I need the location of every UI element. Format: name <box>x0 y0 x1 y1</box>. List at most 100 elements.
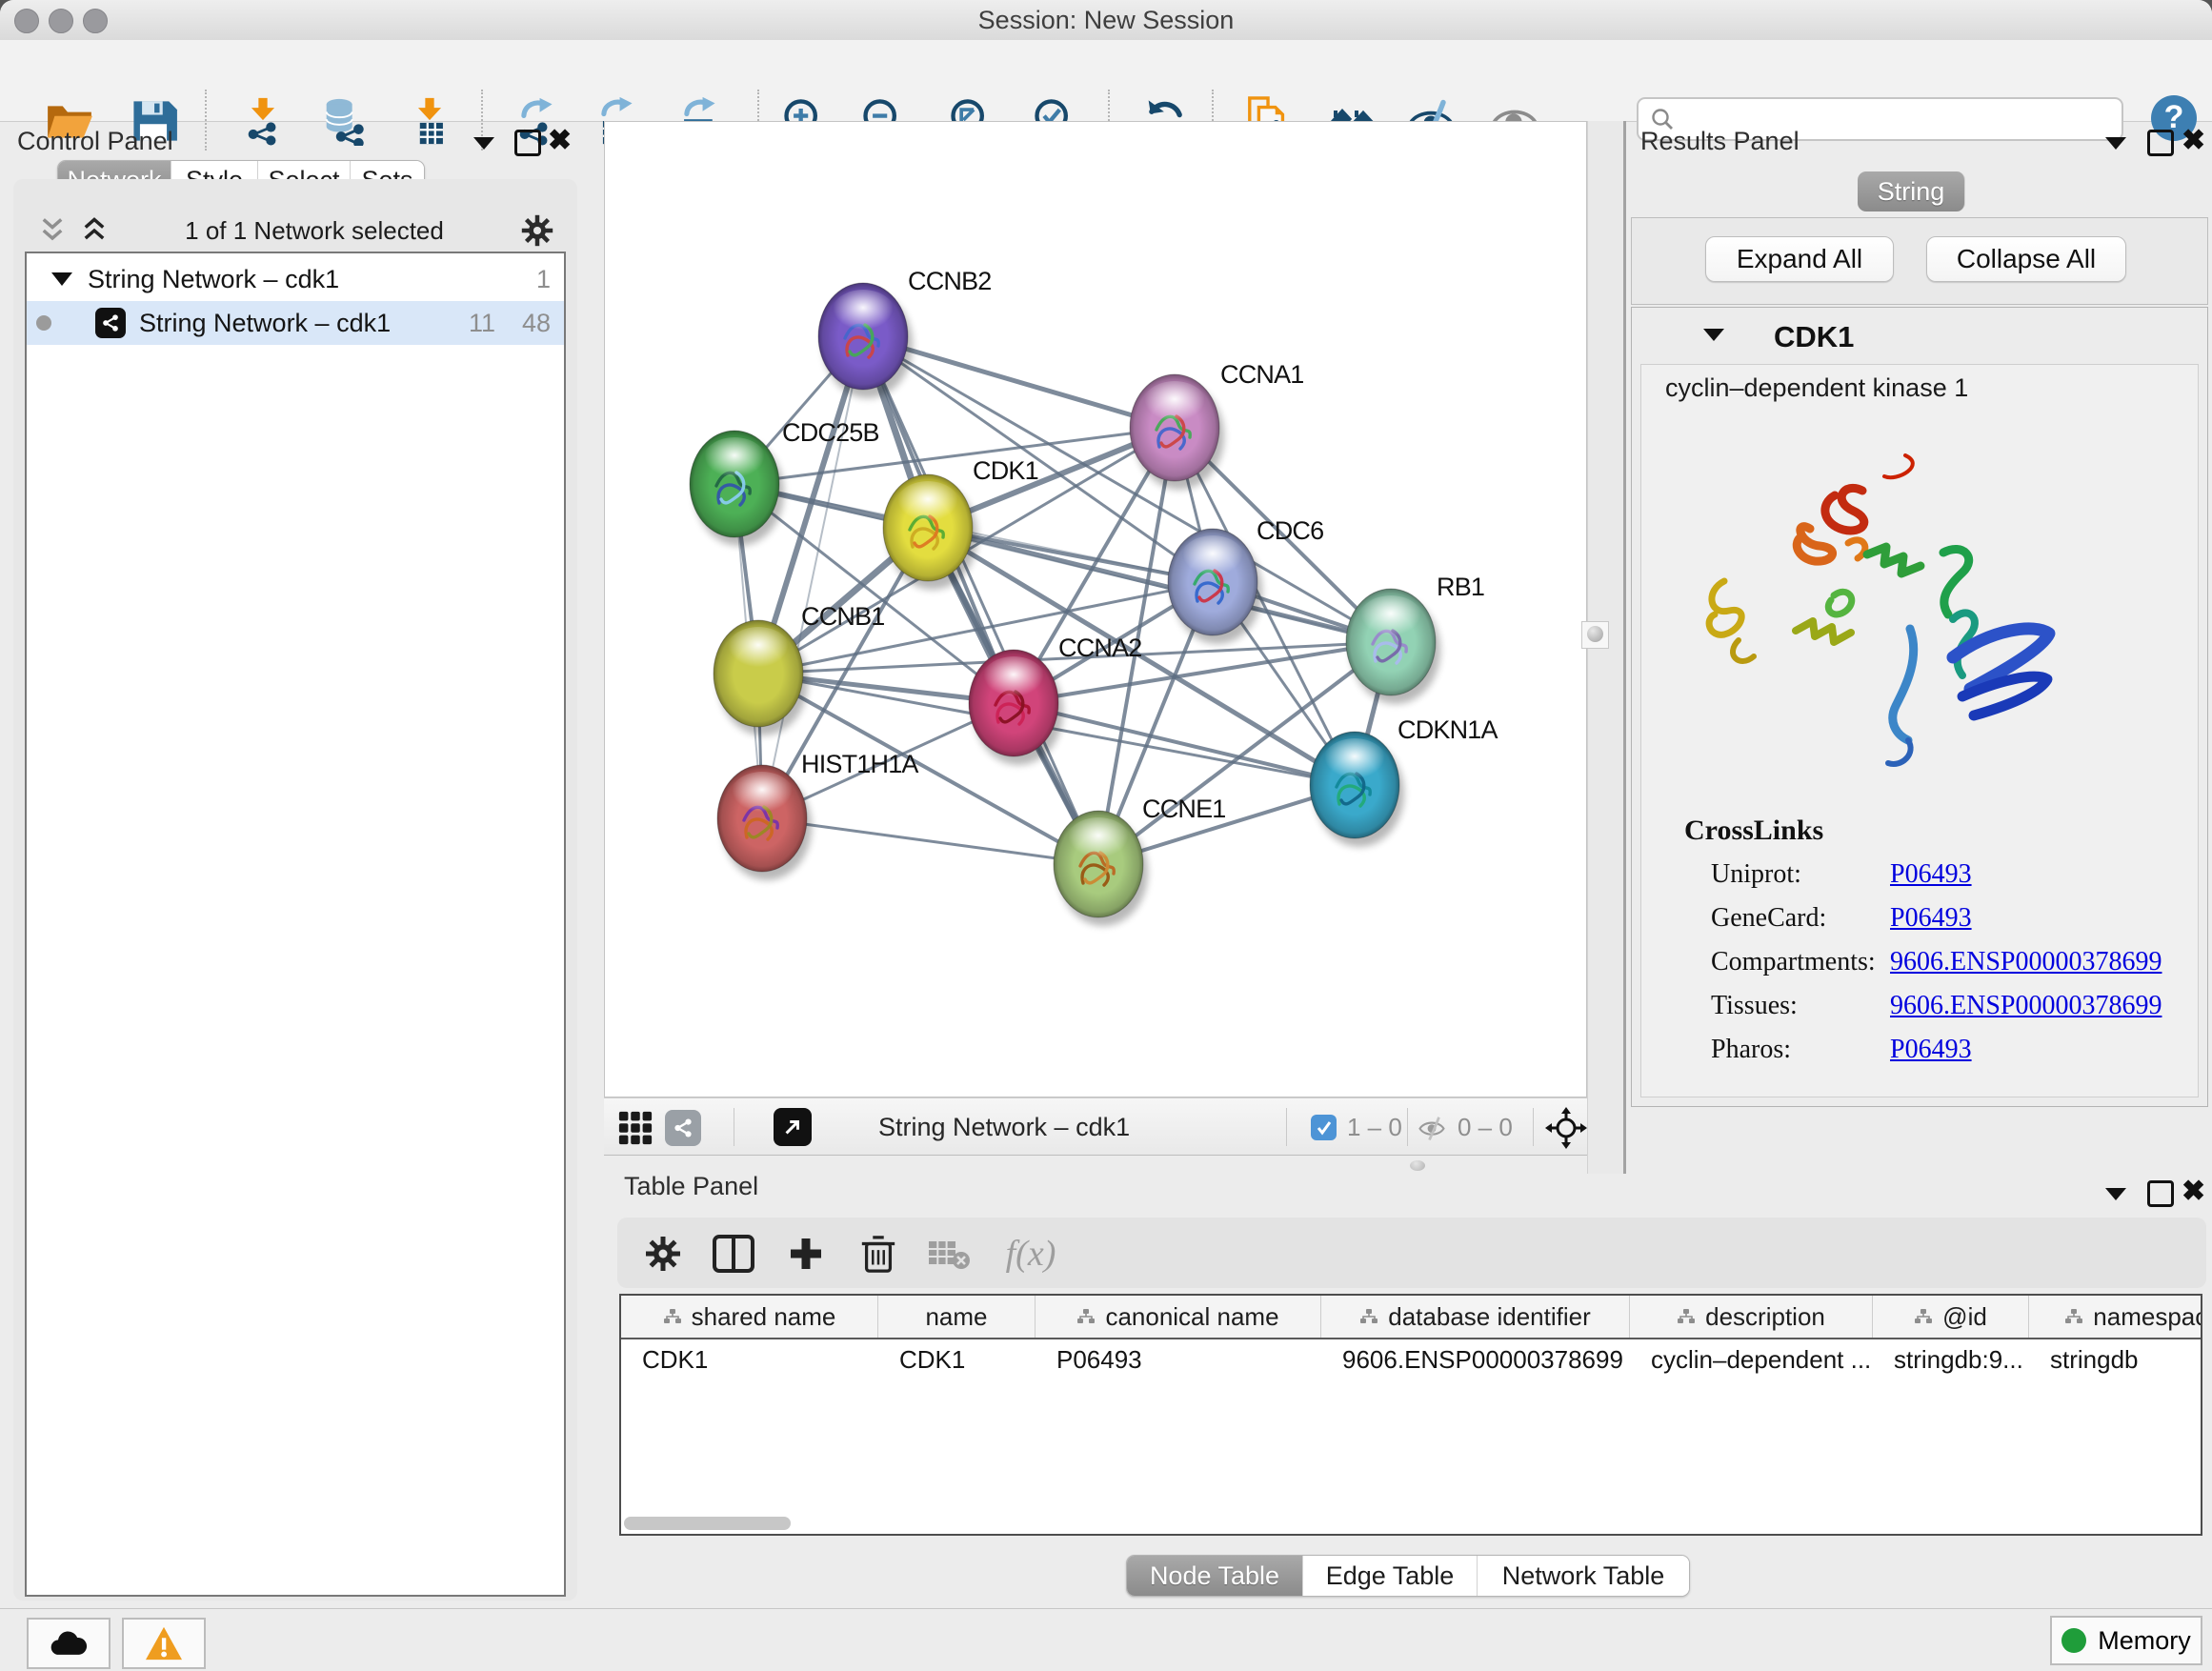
cloud-icon <box>48 1629 90 1658</box>
memory-button[interactable]: Memory <box>2050 1616 2202 1665</box>
expand-all-icon[interactable] <box>80 216 109 245</box>
protein-name: CDK1 <box>1774 320 1854 354</box>
table-tabs: Node TableEdge TableNetwork Table <box>1126 1555 1690 1597</box>
network-node-CCNA2[interactable] <box>969 650 1063 765</box>
crosslinks-list: Uniprot:P06493GeneCard:P06493Compartment… <box>1640 859 2197 1078</box>
results-panel-float-icon[interactable] <box>2147 130 2174 156</box>
tab-edge-table[interactable]: Edge Table <box>1303 1556 1478 1596</box>
tab-node-table[interactable]: Node Table <box>1127 1556 1303 1596</box>
network-node-CCNB1[interactable] <box>714 620 808 735</box>
results-panel-menu-icon[interactable] <box>2105 137 2126 150</box>
table-cell[interactable]: P06493 <box>1036 1345 1321 1375</box>
protein-section-expander-icon[interactable] <box>1703 329 1724 341</box>
tab-string[interactable]: String <box>1858 171 1965 211</box>
birds-eye-icon[interactable] <box>1545 1107 1587 1149</box>
column-header-canonical-name[interactable]: canonical name <box>1036 1296 1321 1338</box>
node-label: CDK1 <box>973 456 1038 485</box>
table-panel-title: Table Panel <box>624 1172 758 1201</box>
crosslink-link[interactable]: P06493 <box>1890 903 1972 934</box>
network-edge[interactable] <box>762 336 863 818</box>
control-panel-close-icon[interactable]: ✖ <box>548 131 572 151</box>
crosslink-label: Uniprot: <box>1711 859 1801 890</box>
view-network-title: String Network – cdk1 <box>878 1098 1130 1157</box>
table-panel-float-icon[interactable] <box>2147 1180 2174 1207</box>
tab-network-table[interactable]: Network Table <box>1478 1556 1689 1596</box>
collapse-all-icon[interactable] <box>38 216 67 245</box>
network-edge[interactable] <box>863 336 1098 864</box>
network-options-gear-icon[interactable] <box>520 213 554 248</box>
table-panel-close-icon[interactable]: ✖ <box>2182 1181 2205 1202</box>
import-table-file-icon[interactable] <box>403 94 456 148</box>
view-toolbar-separator <box>1286 1108 1287 1146</box>
network-node-CDC6[interactable] <box>1168 529 1262 644</box>
table-gear-icon[interactable] <box>636 1227 690 1280</box>
node-label: CDC6 <box>1257 516 1323 545</box>
function-builder-icon: f(x) <box>991 1227 1071 1280</box>
control-panel-menu-icon[interactable] <box>473 137 494 150</box>
network-node-HIST1H1A[interactable] <box>717 765 812 880</box>
table-cell[interactable]: CDK1 <box>878 1345 1036 1375</box>
network-node-CCNB2[interactable] <box>818 283 913 398</box>
crosslink-link[interactable]: P06493 <box>1890 859 1972 890</box>
table-panel-menu-icon[interactable] <box>2105 1188 2126 1200</box>
network-node-CCNE1[interactable] <box>1054 811 1148 926</box>
node-label: CDC25B <box>782 418 879 447</box>
column-header-description[interactable]: description <box>1630 1296 1873 1338</box>
network-node-CDK1[interactable] <box>883 474 977 590</box>
selected-checkbox-icon[interactable] <box>1311 1115 1337 1140</box>
node-label: CCNB2 <box>908 267 992 295</box>
network-node-CDC25B[interactable] <box>690 431 784 546</box>
cloud-button[interactable] <box>27 1618 111 1669</box>
add-column-icon[interactable] <box>779 1227 833 1280</box>
node-label: CCNE1 <box>1142 795 1226 823</box>
column-header-database-identifier[interactable]: database identifier <box>1321 1296 1630 1338</box>
toolbar-separator <box>205 90 207 151</box>
collapse-all-button[interactable]: Collapse All <box>1926 236 2126 282</box>
expand-all-button[interactable]: Expand All <box>1705 236 1894 282</box>
open-in-window-icon[interactable] <box>774 1108 812 1146</box>
crosslink-link[interactable]: 9606.ENSP00000378699 <box>1890 991 2162 1021</box>
crosslink-label: Tissues: <box>1711 991 1798 1021</box>
import-network-database-icon[interactable] <box>317 94 371 148</box>
column-header-@id[interactable]: @id <box>1873 1296 2029 1338</box>
column-header-shared-name[interactable]: shared name <box>621 1296 878 1338</box>
hidden-eye-icon <box>1416 1114 1448 1142</box>
crosslink-link[interactable]: P06493 <box>1890 1035 1972 1065</box>
network-edge[interactable] <box>1014 703 1355 785</box>
table-cell[interactable]: stringdb:9... <box>1873 1345 2029 1375</box>
control-panel-float-icon[interactable] <box>514 130 541 156</box>
string-view-icon[interactable] <box>665 1110 701 1146</box>
node-label: CCNA2 <box>1058 634 1142 662</box>
table-cell[interactable]: cyclin–dependent ... <box>1630 1345 1873 1375</box>
status-bar <box>0 1608 2212 1671</box>
warnings-button[interactable] <box>122 1618 206 1669</box>
show-columns-icon[interactable] <box>707 1227 760 1280</box>
protein-description: cyclin–dependent kinase 1 <box>1665 373 1968 403</box>
table-horizontal-scrollbar[interactable] <box>624 1517 791 1530</box>
network-node-CCNA1[interactable] <box>1130 374 1224 490</box>
network-edge[interactable] <box>762 818 1098 864</box>
table-cell[interactable]: CDK1 <box>621 1345 878 1375</box>
network-canvas[interactable]: CCNB2CCNA1CDC25BCDK1CDC6RB1CCNB1CCNA2CDK… <box>604 121 1587 1097</box>
results-panel-border <box>1623 121 1626 1174</box>
network-node-CDKN1A[interactable] <box>1310 732 1404 847</box>
column-header-namespace[interactable]: namespace <box>2029 1296 2202 1338</box>
node-count: 11 <box>469 309 495 338</box>
horizontal-splitter-handle[interactable] <box>1410 1160 1425 1171</box>
table-cell[interactable]: 9606.ENSP00000378699 <box>1321 1345 1630 1375</box>
network-collection-row[interactable]: String Network – cdk1 1 <box>27 257 564 301</box>
crosslink-link[interactable]: 9606.ENSP00000378699 <box>1890 947 2162 977</box>
table-row[interactable]: CDK1CDK1P064939606.ENSP00000378699cyclin… <box>621 1339 2201 1379</box>
view-toolbar-separator <box>1407 1108 1408 1146</box>
network-node-RB1[interactable] <box>1346 589 1440 704</box>
splitter-handle[interactable] <box>1581 621 1609 649</box>
column-header-name[interactable]: name <box>878 1296 1036 1338</box>
application-window: Session: New Session <box>0 0 2212 1671</box>
delete-column-icon[interactable] <box>852 1227 905 1280</box>
network-row-selected[interactable]: String Network – cdk1 11 48 <box>27 301 564 345</box>
import-network-file-icon[interactable] <box>236 94 290 148</box>
table-cell[interactable]: stringdb <box>2029 1345 2202 1375</box>
grid-mode-icon[interactable] <box>617 1110 654 1146</box>
results-panel-close-icon[interactable]: ✖ <box>2182 131 2205 151</box>
tree-expander-icon[interactable] <box>51 272 72 286</box>
